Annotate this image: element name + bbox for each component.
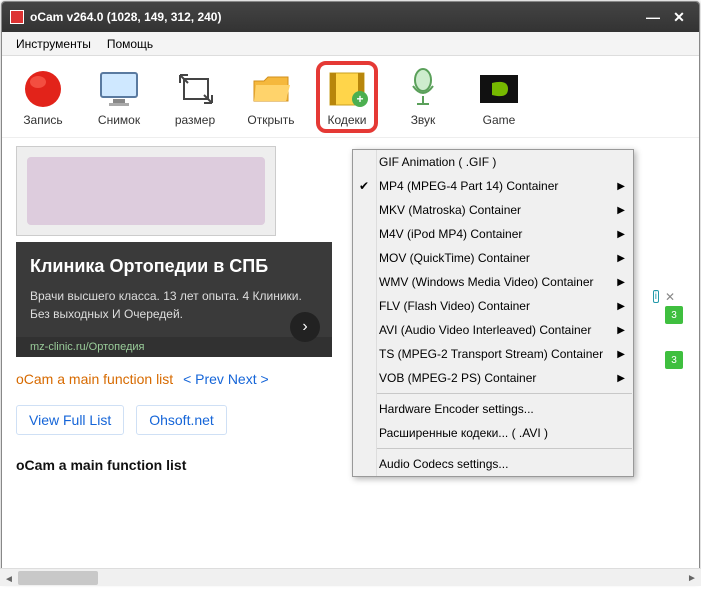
prev-next-link[interactable]: < Prev Next > — [183, 371, 269, 387]
submenu-arrow-icon: ▶ — [617, 373, 625, 384]
ad-close-button[interactable]: ✕ — [665, 290, 675, 304]
menu-item-label: M4V (iPod MP4) Container — [379, 227, 522, 241]
nvidia-icon — [477, 67, 521, 111]
codecs-label: Кодеки — [327, 113, 366, 127]
codec-menu-item[interactable]: ✔MP4 (MPEG-4 Part 14) Container▶ — [353, 174, 633, 198]
sound-button[interactable]: Звук — [392, 67, 454, 127]
horizontal-scrollbar[interactable]: ◄ ► — [0, 568, 701, 586]
record-button[interactable]: Запись — [12, 67, 74, 127]
app-icon — [10, 10, 24, 24]
size-label: размер — [175, 113, 215, 127]
submenu-arrow-icon: ▶ — [617, 301, 625, 312]
scroll-left-button[interactable]: ◄ — [0, 571, 18, 589]
green-badge-1[interactable]: 3 — [665, 306, 683, 324]
ad-banner[interactable]: Клиника Ортопедии в СПБ Врачи высшего кл… — [16, 242, 332, 337]
view-full-list-button[interactable]: View Full List — [16, 405, 124, 435]
window-title: oCam v264.0 (1028, 149, 312, 240) — [30, 10, 639, 24]
scroll-right-button[interactable]: ► — [683, 569, 701, 587]
codec-menu-item[interactable]: GIF Animation ( .GIF ) — [353, 150, 633, 174]
codec-menu-item[interactable]: MOV (QuickTime) Container ▶ — [353, 246, 633, 270]
game-label: Game — [483, 113, 516, 127]
codec-menu-item[interactable]: VOB (MPEG-2 PS) Container ▶ — [353, 366, 633, 390]
chevron-right-icon[interactable]: › — [290, 312, 320, 342]
snapshot-button[interactable]: Снимок — [88, 67, 150, 127]
menu-instruments[interactable]: Инструменты — [8, 35, 99, 53]
submenu-arrow-icon: ▶ — [617, 205, 625, 216]
codec-menu-item[interactable]: MKV (Matroska) Container ▶ — [353, 198, 633, 222]
codecs-button[interactable]: + Кодеки — [316, 61, 378, 133]
submenu-arrow-icon: ▶ — [617, 253, 625, 264]
codec-menu-item[interactable]: Hardware Encoder settings... — [353, 397, 633, 421]
size-button[interactable]: размер — [164, 67, 226, 127]
adchoices-icon[interactable]: i — [653, 290, 659, 303]
ohsoft-link-button[interactable]: Ohsoft.net — [136, 405, 227, 435]
open-label: Открыть — [247, 113, 294, 127]
ad-thumbnail[interactable] — [16, 146, 276, 236]
green-badge-2[interactable]: 3 — [665, 351, 683, 369]
minimize-button[interactable]: — — [641, 8, 665, 26]
menu-item-label: MOV (QuickTime) Container — [379, 251, 530, 265]
codec-menu-item[interactable]: Расширенные кодеки... ( .AVI ) — [353, 421, 633, 445]
microphone-icon — [401, 67, 445, 111]
close-button[interactable]: ✕ — [667, 8, 691, 26]
menu-item-label: VOB (MPEG-2 PS) Container — [379, 371, 536, 385]
menu-item-label: FLV (Flash Video) Container — [379, 299, 530, 313]
menu-item-label: GIF Animation ( .GIF ) — [379, 155, 496, 169]
codec-menu-item[interactable]: AVI (Audio Video Interleaved) Container ▶ — [353, 318, 633, 342]
sound-label: Звук — [411, 113, 436, 127]
menu-item-label: TS (MPEG-2 Transport Stream) Container — [379, 347, 603, 361]
codecs-context-menu: GIF Animation ( .GIF )✔MP4 (MPEG-4 Part … — [352, 149, 634, 477]
submenu-arrow-icon: ▶ — [617, 277, 625, 288]
menu-item-label: WMV (Windows Media Video) Container — [379, 275, 594, 289]
codecs-icon: + — [325, 67, 369, 111]
codec-menu-item[interactable]: TS (MPEG-2 Transport Stream) Container ▶ — [353, 342, 633, 366]
menu-item-label: Hardware Encoder settings... — [379, 402, 534, 416]
function-list-link[interactable]: oCam a main function list — [16, 371, 173, 387]
submenu-arrow-icon: ▶ — [617, 229, 625, 240]
record-label: Запись — [23, 113, 62, 127]
monitor-icon — [97, 67, 141, 111]
resize-icon — [173, 67, 217, 111]
record-icon — [21, 67, 65, 111]
codec-menu-item[interactable]: Audio Codecs settings... — [353, 452, 633, 476]
menu-item-label: Расширенные кодеки... ( .AVI ) — [379, 426, 548, 440]
menu-item-label: MP4 (MPEG-4 Part 14) Container — [379, 179, 558, 193]
menu-item-label: AVI (Audio Video Interleaved) Container — [379, 323, 591, 337]
snapshot-label: Снимок — [98, 113, 140, 127]
ad-headline: Клиника Ортопедии в СПБ — [30, 256, 318, 277]
ad-body: Врачи высшего класса. 13 лет опыта. 4 Кл… — [30, 287, 318, 323]
scroll-thumb[interactable] — [18, 571, 98, 585]
codec-menu-item[interactable]: WMV (Windows Media Video) Container ▶ — [353, 270, 633, 294]
toolbar: Запись Снимок размер Открыть + Кодеки Зв… — [2, 56, 699, 138]
menu-help[interactable]: Помощь — [99, 35, 161, 53]
menu-item-label: MKV (Matroska) Container — [379, 203, 521, 217]
svg-text:+: + — [356, 92, 363, 106]
titlebar: oCam v264.0 (1028, 149, 312, 240) — ✕ — [2, 2, 699, 32]
menu-item-label: Audio Codecs settings... — [379, 457, 508, 471]
submenu-arrow-icon: ▶ — [617, 181, 625, 192]
codec-menu-item[interactable]: FLV (Flash Video) Container ▶ — [353, 294, 633, 318]
folder-icon — [249, 67, 293, 111]
game-button[interactable]: Game — [468, 67, 530, 127]
ad-url[interactable]: mz-clinic.ru/Ортопедия — [16, 337, 332, 357]
submenu-arrow-icon: ▶ — [617, 325, 625, 336]
menubar: Инструменты Помощь — [2, 32, 699, 56]
open-button[interactable]: Открыть — [240, 67, 302, 127]
submenu-arrow-icon: ▶ — [617, 349, 625, 360]
codec-menu-item[interactable]: M4V (iPod MP4) Container ▶ — [353, 222, 633, 246]
